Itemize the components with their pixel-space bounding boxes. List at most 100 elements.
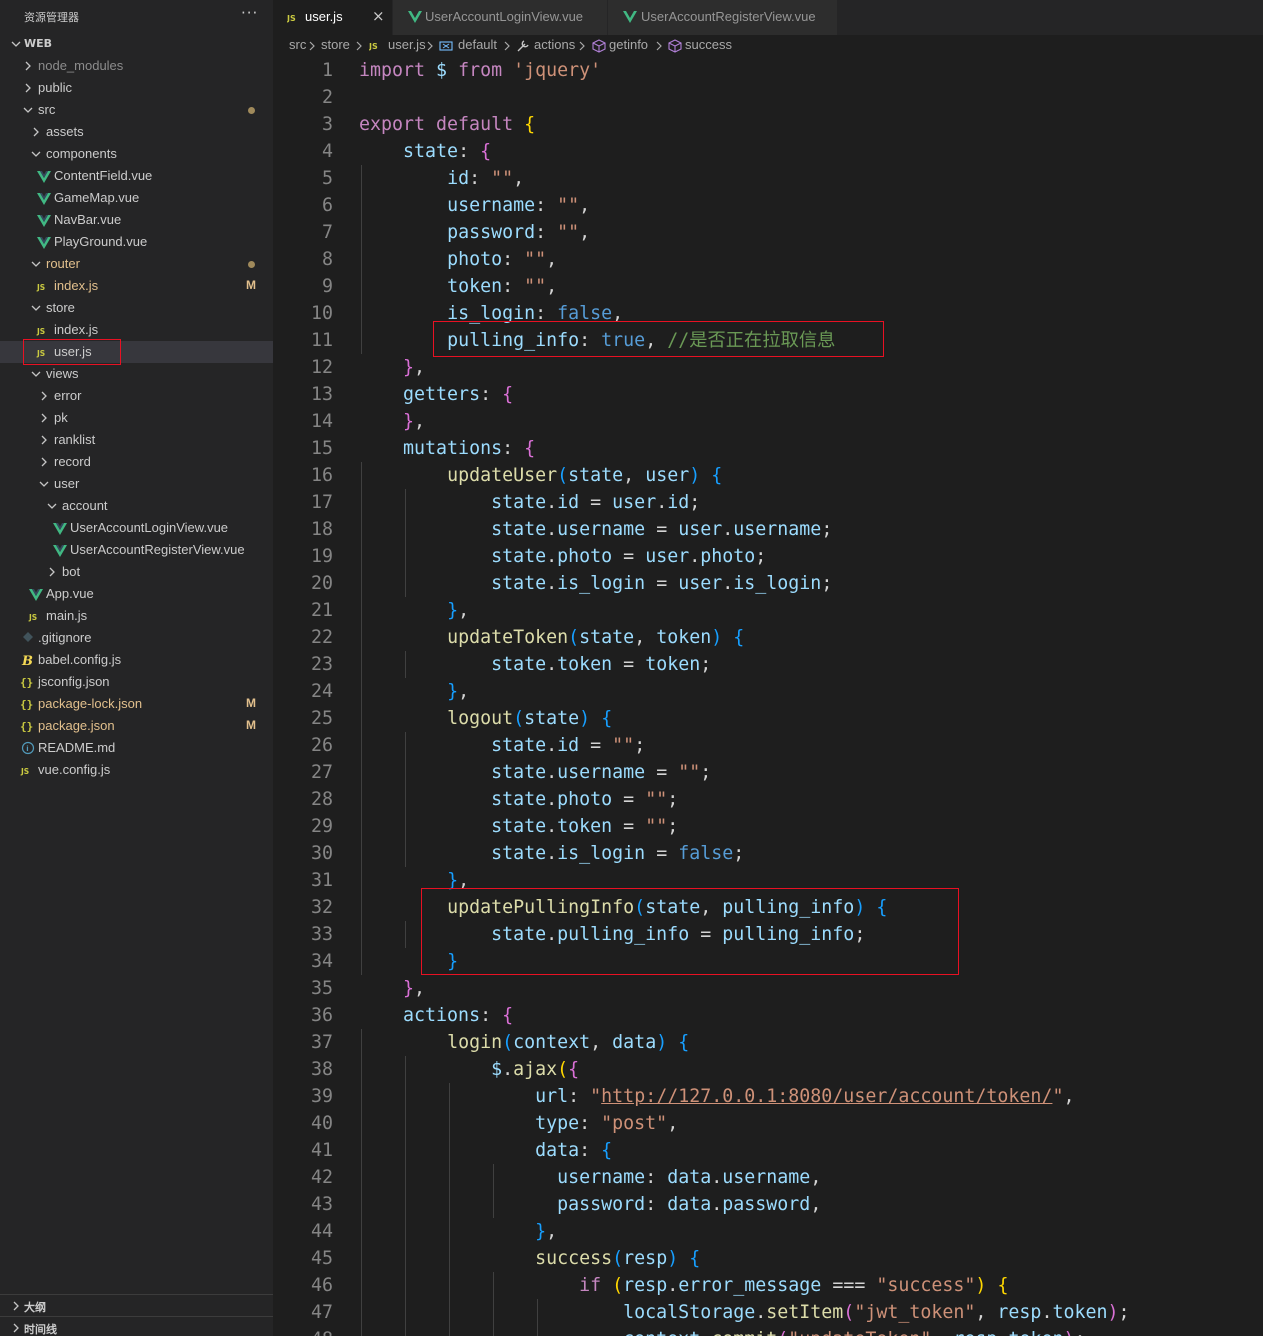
code-line[interactable]: localStorage.setItem("jwt_token", resp.t… bbox=[359, 1299, 1130, 1326]
file-item[interactable]: JS index.js bbox=[0, 319, 273, 341]
code-token: "jwt_token" bbox=[854, 1302, 976, 1323]
code-line[interactable]: actions: { bbox=[359, 1002, 513, 1029]
code-line[interactable]: url: "http://127.0.0.1:8080/user/account… bbox=[359, 1083, 1074, 1110]
folder-item[interactable]: src bbox=[0, 99, 273, 121]
workspace-root[interactable]: WEB bbox=[0, 33, 273, 55]
file-item[interactable]: UserAccountLoginView.vue bbox=[0, 517, 273, 539]
code-line[interactable]: state.photo = user.photo; bbox=[359, 543, 766, 570]
code-line[interactable]: photo: "", bbox=[359, 246, 557, 273]
outline-section[interactable]: 大纲 bbox=[0, 1294, 273, 1317]
code-line[interactable]: state.id = user.id; bbox=[359, 489, 700, 516]
folder-item[interactable]: pk bbox=[0, 407, 273, 429]
code-line[interactable]: $.ajax({ bbox=[359, 1056, 579, 1083]
code-line[interactable]: state.is_login = false; bbox=[359, 840, 744, 867]
folder-item[interactable]: public bbox=[0, 77, 273, 99]
code-line[interactable]: state.id = ""; bbox=[359, 732, 645, 759]
folder-item[interactable]: bot bbox=[0, 561, 273, 583]
code-line[interactable]: password: "", bbox=[359, 219, 590, 246]
code-line[interactable]: if (resp.error_message === "success") { bbox=[359, 1272, 1008, 1299]
timeline-section[interactable]: 时间线 bbox=[0, 1316, 273, 1336]
breadcrumb-item[interactable]: user.js bbox=[388, 37, 426, 52]
tab-label: user.js bbox=[305, 9, 343, 24]
file-item[interactable]: UserAccountRegisterView.vue bbox=[0, 539, 273, 561]
folder-item[interactable]: views bbox=[0, 363, 273, 385]
folder-item[interactable]: user bbox=[0, 473, 273, 495]
breadcrumb-item[interactable]: getinfo bbox=[609, 37, 648, 52]
code-line[interactable]: state.token = token; bbox=[359, 651, 711, 678]
folder-item[interactable]: ranklist bbox=[0, 429, 273, 451]
code-line[interactable]: username: "", bbox=[359, 192, 590, 219]
folder-item[interactable]: error bbox=[0, 385, 273, 407]
file-item[interactable]: {} package.json M bbox=[0, 715, 273, 737]
folder-item[interactable]: account bbox=[0, 495, 273, 517]
code-line[interactable]: }, bbox=[359, 408, 425, 435]
code-line[interactable]: }, bbox=[359, 678, 469, 705]
code-line[interactable]: type: "post", bbox=[359, 1110, 678, 1137]
file-item[interactable]: Bbabel.config.js bbox=[0, 649, 273, 671]
chevron-down-icon bbox=[47, 503, 57, 509]
code-editor[interactable]: 1 2 3 4 5 6 7 8 9 10 11 12 13 14 15 16 17 18 19 20 21 22 23 24 2… bbox=[273, 57, 1263, 1336]
file-item[interactable]: .gitignore bbox=[0, 627, 273, 649]
file-item[interactable]: ContentField.vue bbox=[0, 165, 273, 187]
folder-item[interactable]: components bbox=[0, 143, 273, 165]
folder-item[interactable]: store bbox=[0, 297, 273, 319]
tab-user-account-register-view[interactable]: UserAccountRegisterView.vue bbox=[608, 0, 838, 35]
code-line[interactable]: }, bbox=[359, 1218, 557, 1245]
close-icon[interactable]: × bbox=[372, 7, 385, 25]
tab-user-account-login-view[interactable]: UserAccountLoginView.vue bbox=[393, 0, 608, 35]
file-item[interactable]: GameMap.vue bbox=[0, 187, 273, 209]
file-item[interactable]: JS main.js bbox=[0, 605, 273, 627]
file-item[interactable]: {} jsconfig.json bbox=[0, 671, 273, 693]
code-line[interactable]: context.commit("updateToken", resp.token… bbox=[359, 1326, 1085, 1336]
more-actions-icon[interactable]: ··· bbox=[241, 4, 258, 22]
tree-item-label: node_modules bbox=[38, 58, 124, 73]
code-token: "updateToken" bbox=[788, 1329, 931, 1336]
code-line[interactable]: export default { bbox=[359, 111, 535, 138]
tree-item-label: NavBar.vue bbox=[54, 212, 122, 227]
code-line[interactable]: state.username = ""; bbox=[359, 759, 711, 786]
code-line[interactable]: getters: { bbox=[359, 381, 513, 408]
tab-user-js[interactable]: JS user.js × bbox=[273, 0, 393, 35]
folder-item[interactable]: node_modules bbox=[0, 55, 273, 77]
code-line[interactable]: username: data.username, bbox=[359, 1164, 821, 1191]
file-item[interactable]: JS vue.config.js bbox=[0, 759, 273, 781]
breadcrumb-item[interactable]: default bbox=[458, 37, 497, 52]
code-token: ; bbox=[1118, 1302, 1130, 1323]
code-line[interactable]: logout(state) { bbox=[359, 705, 612, 732]
code-line[interactable]: updateToken(state, token) { bbox=[359, 624, 744, 651]
file-item[interactable]: {} package-lock.json M bbox=[0, 693, 273, 715]
breadcrumb-item[interactable]: store bbox=[321, 37, 350, 52]
folder-item[interactable]: router bbox=[0, 253, 273, 275]
tree-item-label: .gitignore bbox=[38, 630, 92, 645]
file-item[interactable]: i README.md bbox=[0, 737, 273, 759]
code-line[interactable]: state: { bbox=[359, 138, 491, 165]
breadcrumb-item[interactable]: src bbox=[289, 37, 306, 52]
code-line[interactable]: data: { bbox=[359, 1137, 612, 1164]
breadcrumb-item[interactable]: success bbox=[685, 37, 732, 52]
vue-file-icon bbox=[53, 523, 67, 535]
code-line[interactable]: state.token = ""; bbox=[359, 813, 678, 840]
code-line[interactable]: id: "", bbox=[359, 165, 524, 192]
code-line[interactable]: import $ from 'jquery' bbox=[359, 57, 601, 84]
folder-item[interactable]: assets bbox=[0, 121, 273, 143]
code-line[interactable]: state.photo = ""; bbox=[359, 786, 678, 813]
code-line[interactable]: success(resp) { bbox=[359, 1245, 700, 1272]
code-line[interactable]: }, bbox=[359, 354, 425, 381]
code-line[interactable]: }, bbox=[359, 975, 425, 1002]
code-line[interactable]: updateUser(state, user) { bbox=[359, 462, 722, 489]
file-item[interactable]: JS index.js M bbox=[0, 275, 273, 297]
code-line[interactable]: password: data.password, bbox=[359, 1191, 821, 1218]
file-item[interactable]: App.vue bbox=[0, 583, 273, 605]
timeline-label: 时间线 bbox=[24, 1323, 57, 1336]
breadcrumb-item[interactable]: actions bbox=[534, 37, 575, 52]
code-line[interactable]: state.username = user.username; bbox=[359, 516, 832, 543]
code-line[interactable]: state.is_login = user.is_login; bbox=[359, 570, 832, 597]
folder-item[interactable]: record bbox=[0, 451, 273, 473]
code-line[interactable]: token: "", bbox=[359, 273, 557, 300]
file-item[interactable]: NavBar.vue bbox=[0, 209, 273, 231]
file-item[interactable]: PlayGround.vue bbox=[0, 231, 273, 253]
code-line[interactable]: }, bbox=[359, 597, 469, 624]
line-number: 26 bbox=[310, 735, 333, 756]
code-line[interactable]: login(context, data) { bbox=[359, 1029, 689, 1056]
code-line[interactable]: mutations: { bbox=[359, 435, 535, 462]
